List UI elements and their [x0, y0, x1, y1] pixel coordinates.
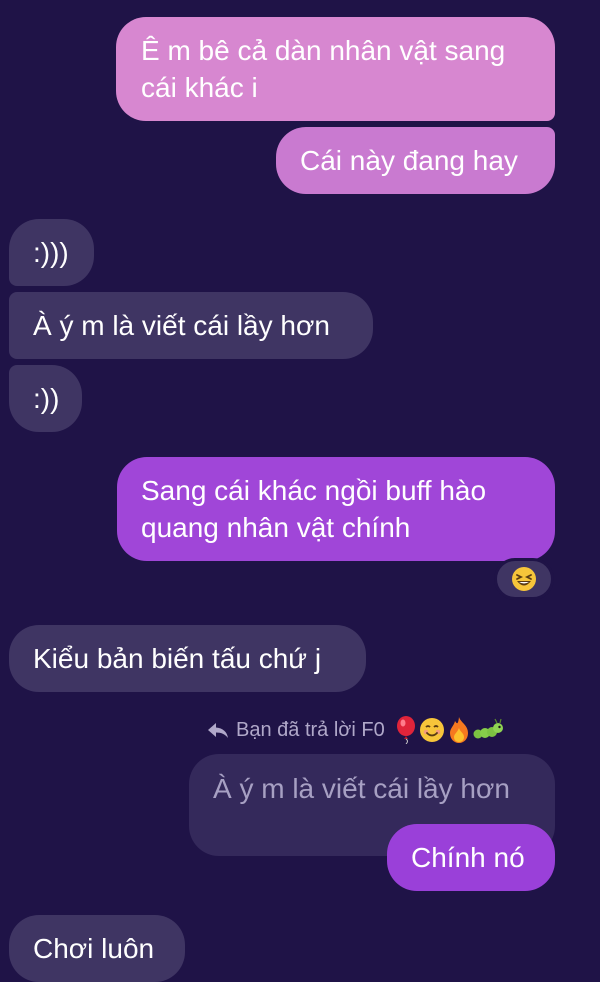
message-outgoing[interactable]: Sang cái khác ngồi buff hào quang nhân v… — [117, 457, 555, 561]
grinning-squinting-face-icon — [512, 567, 536, 591]
message-text: Ê m bê cả dàn nhân vật sang cái khác i — [141, 35, 506, 103]
message-incoming[interactable]: À ý m là viết cái lầy hơn — [9, 292, 373, 359]
reply-indicator: Bạn đã trả lời F0 — [206, 714, 503, 746]
message-outgoing[interactable]: Cái này đang hay — [276, 127, 555, 194]
reply-text: Bạn đã trả lời F0 — [236, 718, 385, 741]
message-incoming[interactable]: Chơi luôn — [9, 915, 185, 982]
balloon-icon — [396, 716, 415, 744]
message-text: Cái này đang hay — [300, 145, 518, 176]
reply-arrow-icon — [208, 723, 228, 738]
fire-icon — [449, 717, 468, 743]
caterpillar-icon — [473, 718, 503, 739]
message-text: :)) — [33, 383, 60, 414]
message-text: Chính nó — [411, 842, 525, 873]
message-outgoing[interactable]: Chính nó — [387, 824, 555, 891]
message-text: Chơi luôn — [33, 933, 155, 964]
quoted-text: À ý m là viết cái lầy hơn — [213, 773, 510, 804]
message-text: Kiểu bản biến tấu chứ j — [33, 643, 322, 674]
message-outgoing[interactable]: Ê m bê cả dàn nhân vật sang cái khác i — [116, 17, 555, 121]
emoji-group — [395, 716, 503, 744]
message-reaction[interactable] — [494, 558, 554, 600]
message-incoming[interactable]: :))) — [9, 219, 94, 286]
message-text: :))) — [33, 237, 69, 268]
message-incoming[interactable]: :)) — [9, 365, 82, 432]
message-text: Sang cái khác ngồi buff hào quang nhân v… — [141, 475, 487, 543]
message-incoming[interactable]: Kiểu bản biến tấu chứ j — [9, 625, 366, 692]
message-text: À ý m là viết cái lầy hơn — [33, 310, 330, 341]
smiling-face-icon — [419, 718, 444, 742]
